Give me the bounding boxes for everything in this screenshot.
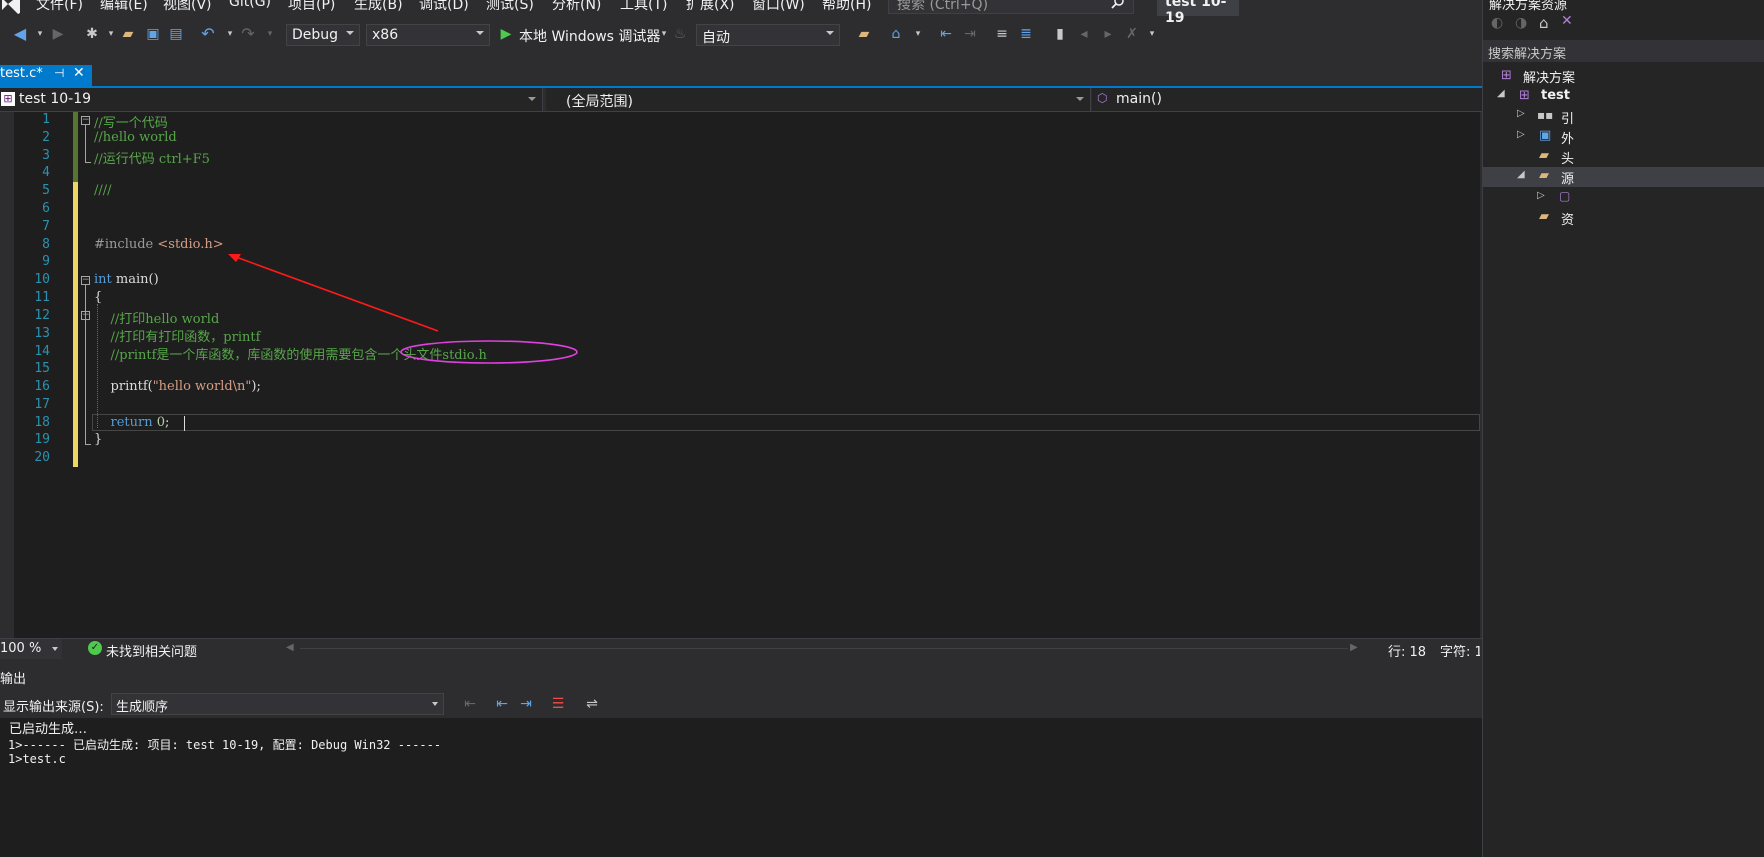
output-source-value: 生成顺序: [116, 700, 169, 715]
zoom-select[interactable]: 100 %: [0, 639, 62, 659]
references-icon: ▪▪: [1537, 108, 1554, 122]
project-icon: ⊞: [1519, 88, 1530, 103]
previous-message-icon[interactable]: ⇤: [494, 696, 510, 712]
scroll-left-icon[interactable]: ◀: [286, 642, 294, 653]
solution-explorer-panel: 解决方案资源 ◐ ◑ ⌂ ✕ 搜索解决方案 ⊞ 解决方案 ◢ ⊞ test ▷ …: [1482, 0, 1764, 857]
solution-icon: ⊞: [1501, 68, 1512, 83]
output-line: 已启动生成…: [9, 722, 88, 737]
solution-search-input[interactable]: 搜索解决方案: [1483, 40, 1764, 62]
output-line: 1>------ 已启动生成: 项目: test 10-19, 配置: Debu…: [8, 738, 442, 752]
collapsed-arrow-icon[interactable]: ▷: [1517, 129, 1525, 140]
issues-status[interactable]: 未找到相关问题: [106, 641, 197, 660]
c-file-icon: ▢: [1559, 189, 1571, 203]
folder-icon: ▰: [1539, 209, 1549, 224]
folder-icon: ▰: [1539, 148, 1549, 163]
tree-node-references[interactable]: 引: [1561, 108, 1574, 127]
expanded-arrow-icon[interactable]: ◢: [1517, 169, 1525, 180]
annotation-arrow: [235, 256, 439, 332]
output-text-area[interactable]: 已启动生成… 1>------ 已启动生成: 项目: test 10-19, 配…: [0, 718, 1482, 857]
external-deps-icon: ▣: [1539, 128, 1552, 143]
collapsed-arrow-icon[interactable]: ▷: [1537, 190, 1545, 201]
tree-node-sources[interactable]: 源: [1561, 168, 1574, 187]
solution-explorer-title: 解决方案资源: [1489, 0, 1568, 13]
scroll-right-icon[interactable]: ▶: [1350, 642, 1358, 653]
annotation-overlay: [228, 254, 578, 364]
tree-node-external[interactable]: 外: [1561, 128, 1574, 147]
switch-views-icon[interactable]: ✕: [1561, 13, 1573, 29]
selected-tree-row[interactable]: [1483, 167, 1764, 187]
tree-node-resources[interactable]: 资: [1561, 209, 1574, 228]
chevron-down-icon: [432, 702, 438, 706]
solution-node[interactable]: 解决方案: [1523, 67, 1575, 86]
annotation-ellipse: [400, 340, 578, 364]
project-node[interactable]: test: [1541, 88, 1570, 103]
char-indicator: 字符: 1: [1440, 645, 1480, 660]
zoom-value: 100 %: [0, 641, 42, 656]
toggle-word-wrap-icon[interactable]: ⇌: [584, 696, 600, 712]
clear-all-icon[interactable]: ☰: [550, 696, 566, 712]
forward-icon[interactable]: ◑: [1515, 15, 1527, 31]
folder-icon: ▰: [1539, 168, 1549, 183]
output-panel-header: 输出: [0, 668, 1482, 688]
check-icon: ✓: [88, 641, 102, 655]
output-toolbar: 显示输出来源(S): 生成顺序 ⇤ ⇤ ⇥ ☰ ⇌: [0, 690, 1482, 718]
output-source-select[interactable]: 生成顺序: [111, 693, 444, 715]
next-message-icon[interactable]: ⇥: [518, 696, 534, 712]
home-icon[interactable]: ⌂: [1539, 14, 1549, 32]
find-message-icon[interactable]: ⇤: [462, 696, 478, 712]
output-title: 输出: [0, 672, 27, 687]
solution-search-placeholder: 搜索解决方案: [1488, 47, 1567, 62]
chevron-down-icon: [52, 647, 58, 651]
horizontal-scrollbar[interactable]: [300, 648, 1348, 649]
output-source-label: 显示输出来源(S):: [3, 700, 104, 715]
expanded-arrow-icon[interactable]: ◢: [1497, 88, 1505, 99]
editor-status-bar: 100 % ✓ 未找到相关问题 ◀ ▶ 行: 18 字符: 1: [0, 638, 1482, 660]
tree-node-headers[interactable]: 头: [1561, 148, 1574, 167]
collapsed-arrow-icon[interactable]: ▷: [1517, 108, 1525, 119]
back-icon[interactable]: ◐: [1491, 15, 1503, 31]
line-indicator: 行: 18: [1388, 645, 1427, 660]
output-line: 1>test.c: [8, 752, 66, 766]
